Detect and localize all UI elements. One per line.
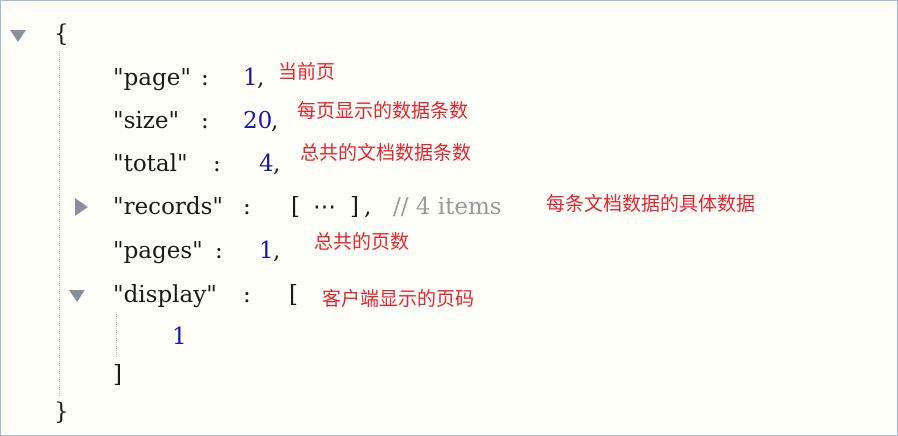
key-total: "total" bbox=[113, 151, 188, 177]
collapse-display-triangle-down-icon[interactable] bbox=[69, 290, 85, 302]
comma-total: , bbox=[273, 151, 281, 177]
comma-records: , bbox=[364, 194, 372, 220]
comma-page: , bbox=[257, 65, 265, 91]
value-total[interactable]: 4 bbox=[259, 151, 274, 177]
expand-records-triangle-right-icon[interactable] bbox=[75, 198, 88, 216]
display-indent-guide bbox=[116, 312, 117, 357]
colon-display: : bbox=[243, 282, 251, 308]
value-size[interactable]: 20 bbox=[243, 108, 272, 134]
records-close-bracket: ] bbox=[350, 194, 359, 220]
key-pages: "pages" bbox=[113, 238, 203, 264]
colon-size: : bbox=[201, 108, 209, 134]
value-pages[interactable]: 1 bbox=[259, 238, 274, 264]
key-page: "page" bbox=[113, 65, 191, 91]
colon-pages: : bbox=[215, 238, 223, 264]
value-page[interactable]: 1 bbox=[243, 65, 258, 91]
records-ellipsis-icon[interactable]: ⋯ bbox=[313, 194, 336, 220]
annotation-display: 客户端显示的页码 bbox=[322, 288, 475, 310]
key-size: "size" bbox=[113, 108, 180, 134]
annotation-page: 当前页 bbox=[278, 61, 336, 83]
records-item-count: // 4 items bbox=[393, 194, 502, 220]
records-open-bracket: [ bbox=[291, 194, 300, 220]
display-item-0[interactable]: 1 bbox=[172, 324, 187, 350]
root-indent-guide bbox=[59, 51, 60, 396]
annotation-total: 总共的文档数据条数 bbox=[300, 142, 472, 164]
display-close-bracket: ] bbox=[113, 362, 122, 388]
display-open-bracket: [ bbox=[289, 282, 298, 308]
json-viewer: { "page" : 1 , 当前页 "size" : 20 , 每页显示的数据… bbox=[0, 0, 898, 436]
annotation-size: 每页显示的数据条数 bbox=[297, 100, 469, 122]
comma-pages: , bbox=[273, 238, 281, 264]
annotation-records: 每条文档数据的具体数据 bbox=[546, 193, 756, 215]
comma-size: , bbox=[271, 108, 279, 134]
annotation-pages: 总共的页数 bbox=[314, 231, 410, 253]
close-brace: } bbox=[54, 399, 69, 425]
open-brace: { bbox=[54, 21, 69, 47]
collapse-root-triangle-down-icon[interactable] bbox=[10, 30, 26, 42]
key-display: "display" bbox=[113, 282, 217, 308]
key-records: "records" bbox=[113, 194, 224, 220]
colon-records: : bbox=[243, 194, 251, 220]
colon-page: : bbox=[201, 65, 209, 91]
colon-total: : bbox=[213, 151, 221, 177]
